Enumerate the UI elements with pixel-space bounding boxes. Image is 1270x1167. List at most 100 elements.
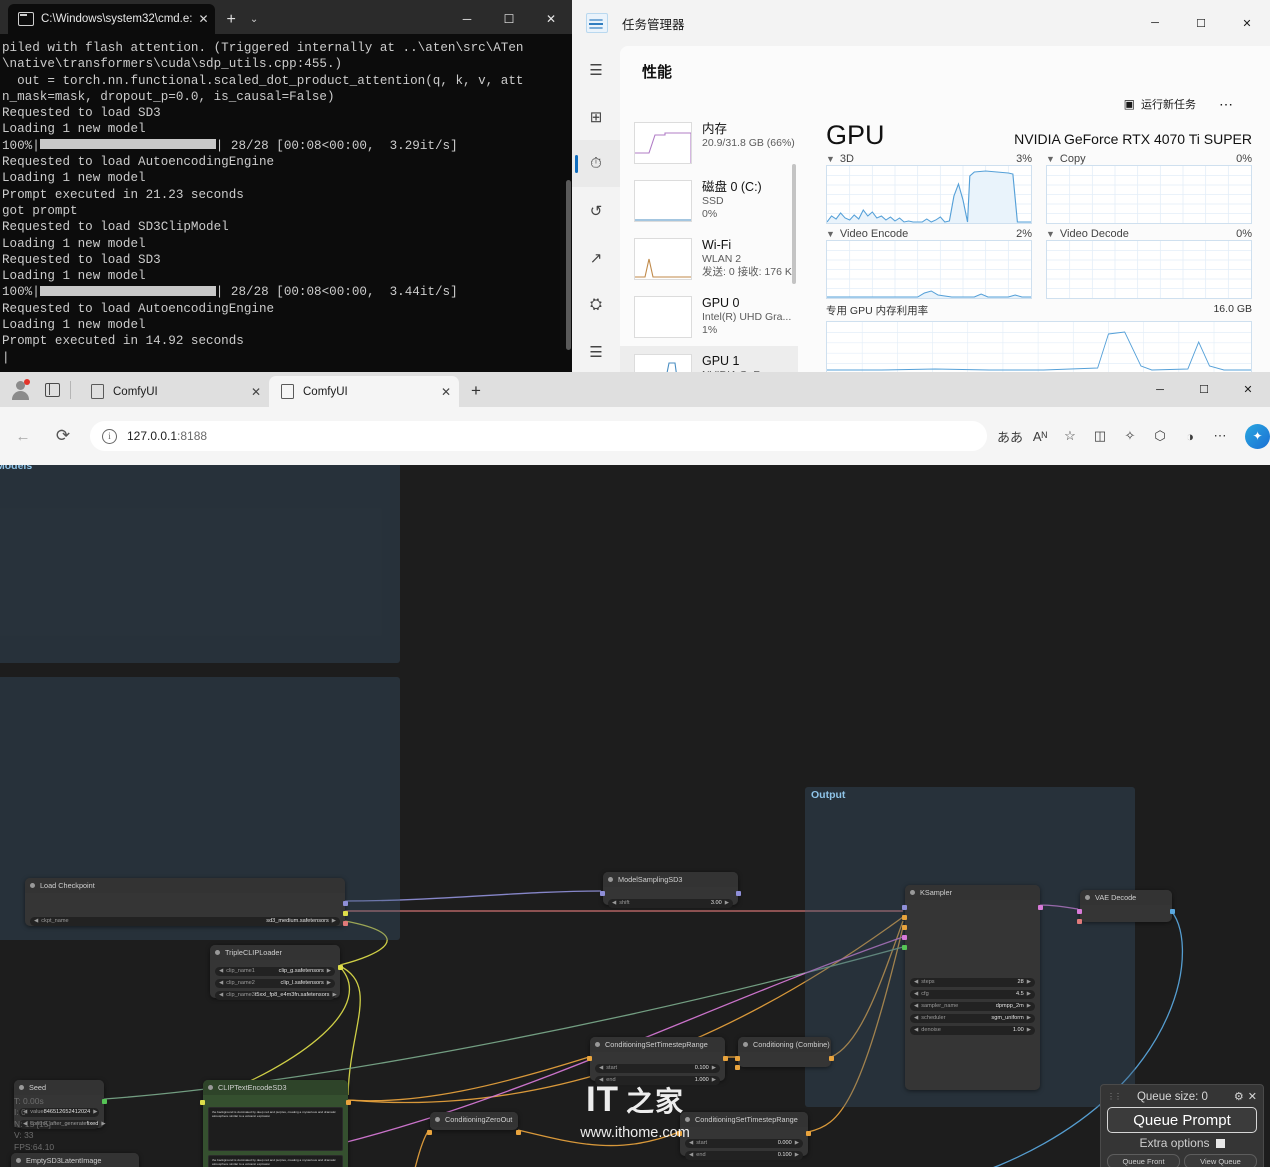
port-conditioning-out[interactable] bbox=[806, 1131, 811, 1136]
node-header[interactable]: Seed bbox=[14, 1080, 104, 1095]
textarea-clip-l[interactable]: the background is dominated by deep red … bbox=[208, 1155, 343, 1167]
right-arrow-icon[interactable]: ▶ bbox=[712, 1065, 716, 1071]
node-header[interactable]: ConditioningSetTimestepRange bbox=[680, 1112, 808, 1127]
resource-row[interactable]: GPU 1NVIDIA GeForce...3% (37 °C) bbox=[620, 346, 798, 372]
port-conditioning-in[interactable] bbox=[587, 1056, 592, 1061]
right-arrow-icon[interactable]: ▶ bbox=[712, 1077, 716, 1083]
reload-button[interactable]: ⟳ bbox=[46, 419, 80, 453]
left-arrow-icon[interactable]: ◀ bbox=[914, 991, 918, 997]
resource-row[interactable]: GPU 0Intel(R) UHD Gra...1% bbox=[620, 288, 798, 346]
left-arrow-icon[interactable]: ◀ bbox=[599, 1065, 603, 1071]
run-new-task-button[interactable]: ▣ 运行新任务 bbox=[1124, 96, 1196, 112]
port-model-in[interactable] bbox=[902, 905, 907, 910]
node-collapse-icon[interactable] bbox=[215, 950, 220, 955]
resource-list-scrollbar[interactable] bbox=[792, 164, 796, 284]
maximize-button[interactable]: ☐ bbox=[1178, 0, 1224, 46]
left-arrow-icon[interactable]: ◀ bbox=[914, 979, 918, 985]
view-queue-button[interactable]: View Queue bbox=[1184, 1154, 1257, 1167]
immersive-reader-icon[interactable]: Aᴺ bbox=[1025, 421, 1055, 451]
widget-end[interactable]: ◀end1.000▶ bbox=[595, 1076, 720, 1086]
processes-icon[interactable]: ⊞ bbox=[572, 93, 620, 140]
left-arrow-icon[interactable]: ◀ bbox=[914, 1003, 918, 1009]
widget-cfg[interactable]: ◀cfg4.5▶ bbox=[910, 990, 1035, 1000]
gpu-panel-header[interactable]: ▼3D3% bbox=[826, 153, 1032, 165]
right-arrow-icon[interactable]: ▶ bbox=[1027, 991, 1031, 997]
left-arrow-icon[interactable]: ◀ bbox=[914, 1027, 918, 1033]
node-ksampler[interactable]: KSampler ◀steps28▶ ◀cfg4.5▶ ◀sampler_nam… bbox=[905, 885, 1040, 1090]
port-conditioning-out[interactable] bbox=[516, 1130, 521, 1135]
cmd-tab[interactable]: C:\Windows\system32\cmd.e: ✕ bbox=[8, 4, 215, 34]
group-models[interactable]: Models bbox=[0, 465, 400, 663]
left-arrow-icon[interactable]: ◀ bbox=[914, 1015, 918, 1021]
drag-handle-icon[interactable]: ⋮⋮ bbox=[1107, 1094, 1115, 1099]
close-button[interactable]: ✕ bbox=[530, 4, 572, 34]
node-collapse-icon[interactable] bbox=[743, 1042, 748, 1047]
chevron-down-icon[interactable]: ⌄ bbox=[250, 14, 258, 25]
maximize-button[interactable]: ☐ bbox=[1182, 372, 1226, 407]
node-collapse-icon[interactable] bbox=[685, 1117, 690, 1122]
node-triple-clip-loader[interactable]: TripleCLIPLoader ◀clip_name1clip_g.safet… bbox=[210, 945, 340, 998]
copilot-icon[interactable]: ✦ bbox=[1245, 424, 1270, 449]
port-conditioning-1-in[interactable] bbox=[735, 1056, 740, 1061]
node-header[interactable]: VAE Decode bbox=[1080, 890, 1172, 905]
gpu-panel-header[interactable]: ▼Copy0% bbox=[1046, 153, 1252, 165]
resource-row[interactable]: 磁盘 0 (C:)SSD0% bbox=[620, 172, 798, 230]
queue-panel[interactable]: ⋮⋮ Queue size: 0 ⚙ ✕ Queue Prompt Extra … bbox=[1100, 1084, 1264, 1167]
node-cond-set-timestep-range-2[interactable]: ConditioningSetTimestepRange ◀start0.000… bbox=[680, 1112, 808, 1156]
gpu-panel-header[interactable]: ▼Video Encode2% bbox=[826, 228, 1032, 240]
command-prompt-window[interactable]: C:\Windows\system32\cmd.e: ✕ + ⌄ ─ ☐ ✕ p… bbox=[0, 0, 572, 372]
widget-clip-name1[interactable]: ◀clip_name1clip_g.safetensors▶ bbox=[215, 967, 335, 977]
right-arrow-icon[interactable]: ▶ bbox=[795, 1140, 799, 1146]
resource-row[interactable]: 内存20.9/31.8 GB (66%) bbox=[620, 114, 798, 172]
split-screen-icon[interactable]: ◫ bbox=[1085, 421, 1115, 451]
right-arrow-icon[interactable]: ▶ bbox=[332, 918, 336, 924]
node-collapse-icon[interactable] bbox=[208, 1085, 213, 1090]
chevron-down-icon[interactable]: ▼ bbox=[1046, 154, 1055, 164]
node-header[interactable]: KSampler bbox=[905, 885, 1040, 900]
resource-row[interactable]: Wi-FiWLAN 2发送: 0 接收: 176 K bbox=[620, 230, 798, 288]
node-model-sampling-sd3[interactable]: ModelSamplingSD3 ◀shift3.00▶ bbox=[603, 872, 738, 905]
port-model-out[interactable] bbox=[343, 901, 348, 906]
port-clip-out[interactable] bbox=[343, 911, 348, 916]
maximize-button[interactable]: ☐ bbox=[488, 4, 530, 34]
node-collapse-icon[interactable] bbox=[910, 890, 915, 895]
port-conditioning-out[interactable] bbox=[346, 1100, 351, 1105]
widget-start[interactable]: ◀start0.000▶ bbox=[685, 1139, 803, 1149]
node-header[interactable]: CLIPTextEncodeSD3 bbox=[203, 1080, 348, 1095]
port-model-in[interactable] bbox=[600, 891, 605, 896]
browser-tabs[interactable]: ComfyUI✕ComfyUI✕ bbox=[79, 376, 459, 407]
widget-clip-name2[interactable]: ◀clip_name2clip_l.safetensors▶ bbox=[215, 979, 335, 989]
comfyui-canvas[interactable]: Models Output Load Checkpoint ◀ckpt_name… bbox=[0, 465, 1270, 1167]
site-info-icon[interactable]: i bbox=[102, 429, 117, 444]
port-image-out[interactable] bbox=[1170, 909, 1175, 914]
browser-tab[interactable]: ComfyUI✕ bbox=[79, 376, 269, 407]
left-arrow-icon[interactable]: ◀ bbox=[612, 900, 616, 906]
extra-options-checkbox[interactable] bbox=[1216, 1139, 1225, 1148]
port-latent-in[interactable] bbox=[902, 935, 907, 940]
port-model-out[interactable] bbox=[736, 891, 741, 896]
node-header[interactable]: TripleCLIPLoader bbox=[210, 945, 340, 960]
right-arrow-icon[interactable]: ▶ bbox=[795, 1152, 799, 1158]
widget-denoise[interactable]: ◀denoise1.00▶ bbox=[910, 1026, 1035, 1036]
node-header[interactable]: EmptySD3LatentImage bbox=[11, 1153, 139, 1167]
left-arrow-icon[interactable]: ◀ bbox=[34, 918, 38, 924]
address-bar[interactable]: i 127.0.0.1:8188 bbox=[90, 421, 987, 451]
back-button[interactable]: ← bbox=[6, 419, 40, 453]
settings-more-icon[interactable]: ⋯ bbox=[1205, 421, 1235, 451]
performance-icon[interactable]: ⏱ bbox=[572, 140, 620, 187]
port-vae-out[interactable] bbox=[343, 921, 348, 926]
left-arrow-icon[interactable]: ◀ bbox=[219, 968, 223, 974]
port-seed-in[interactable] bbox=[902, 945, 907, 950]
task-manager-window[interactable]: 任务管理器 ─ ☐ ✕ ☰⊞⏱↺↗⛭☰⚙⚙ 性能 ▣ 运行新任务 ⋯ 内存20.… bbox=[572, 0, 1270, 372]
read-aloud-icon[interactable]: ああ bbox=[995, 421, 1025, 451]
node-vae-decode[interactable]: VAE Decode bbox=[1080, 890, 1172, 922]
node-load-checkpoint[interactable]: Load Checkpoint ◀ckpt_namesd3_medium.saf… bbox=[25, 878, 345, 926]
hamburger-icon[interactable]: ☰ bbox=[572, 46, 620, 93]
right-arrow-icon[interactable]: ▶ bbox=[725, 900, 729, 906]
widget-ckpt-name[interactable]: ◀ckpt_namesd3_medium.safetensors▶ bbox=[30, 917, 340, 927]
cmd-scrollbar[interactable] bbox=[566, 180, 571, 350]
port-conditioning-2-in[interactable] bbox=[735, 1065, 740, 1070]
widget-shift[interactable]: ◀shift3.00▶ bbox=[608, 899, 733, 909]
tab-actions-icon[interactable] bbox=[40, 377, 64, 403]
users-icon[interactable]: ⛭ bbox=[572, 281, 620, 328]
